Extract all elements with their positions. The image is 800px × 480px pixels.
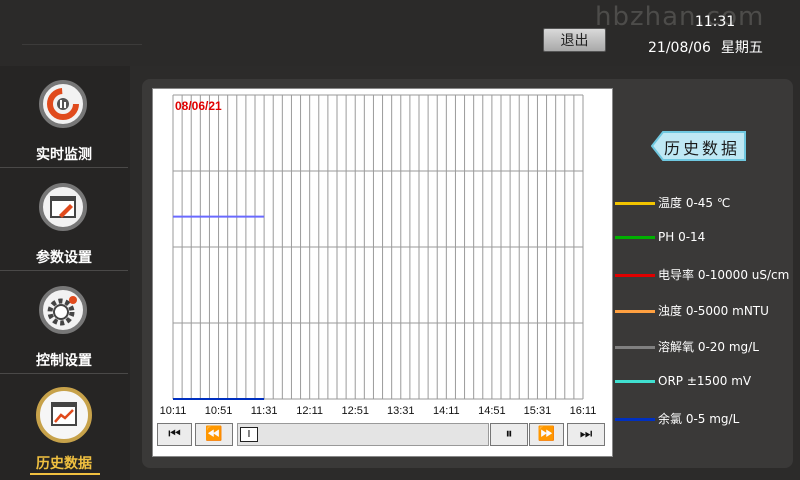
x-tick-label: 12:51: [341, 405, 369, 417]
x-tick-label: 15:31: [524, 405, 552, 417]
sidebar-item-control[interactable]: 控制设置: [0, 272, 128, 374]
legend-label: 温度 0-45 ℃: [658, 196, 731, 210]
x-tick-label: 11:31: [251, 405, 278, 417]
pause-button[interactable]: ⏸: [490, 423, 528, 446]
last-page-button[interactable]: ⏭: [567, 423, 605, 446]
active-indicator: [30, 473, 100, 475]
history-chart-svg: 08/06/21 10:11 10:51 11:31 12:11 12:51 13:31 14…: [160, 94, 597, 417]
control-gear-icon: [39, 286, 87, 334]
history-chart: 08/06/21 10:11 10:51 11:31 12:11 12:51 13:31 14…: [152, 88, 613, 457]
legend-label: 电导率 0-10000 uS/cm: [658, 268, 790, 282]
first-page-button[interactable]: ⏮: [157, 423, 192, 446]
scrollbar-thumb[interactable]: I: [240, 427, 258, 442]
legend-swatch: [615, 346, 655, 349]
sidebar-item-label: 历史数据: [36, 456, 92, 472]
legend-label: 浊度 0-5000 mNTU: [658, 304, 769, 318]
top-divider: [22, 44, 142, 45]
sidebar-item-history[interactable]: 历史数据: [0, 375, 128, 477]
legend-label: 溶解氧 0-20 mg/L: [658, 340, 759, 354]
x-tick-label: 13:31: [387, 405, 415, 417]
sidebar: 实时监测 参数设置 控制设置 历史数据: [0, 66, 130, 480]
top-bar: hbzhan.com 退出 11:31 21/08/06 星期五: [0, 0, 800, 66]
history-scrollbar[interactable]: I: [237, 423, 489, 446]
sidebar-item-label: 参数设置: [36, 250, 92, 266]
chart-date-label: 08/06/21: [175, 99, 222, 113]
clock-date: 21/08/06 星期五: [648, 37, 763, 57]
legend-swatch: [615, 202, 655, 205]
sidebar-item-label: 实时监测: [36, 147, 92, 163]
legend-item: 温度 0-45 ℃: [615, 194, 730, 210]
legend-item: 余氯 0-5 mg/L: [615, 410, 739, 426]
realtime-monitor-icon: [39, 80, 87, 128]
settings-wrench-icon: [39, 183, 87, 231]
x-tick-label: 14:51: [478, 405, 506, 417]
legend-swatch: [615, 274, 655, 277]
sidebar-item-realtime[interactable]: 实时监测: [0, 66, 128, 168]
legend-swatch: [615, 418, 655, 421]
history-chart-icon: [36, 387, 92, 443]
rewind-button[interactable]: ⏪: [195, 423, 233, 446]
legend-label: ORP ±1500 mV: [658, 374, 752, 388]
x-tick-label: 10:11: [160, 405, 187, 417]
exit-button[interactable]: 退出: [543, 28, 606, 52]
sidebar-item-params[interactable]: 参数设置: [0, 169, 128, 271]
legend-swatch: [615, 310, 655, 313]
x-tick-label: 12:11: [296, 405, 323, 417]
legend-swatch: [615, 236, 655, 239]
fast-forward-button[interactable]: ⏩: [529, 423, 564, 446]
history-panel: 08/06/21 10:11 10:51 11:31 12:11 12:51 13:31 14…: [142, 79, 793, 468]
x-tick-label: 16:11: [570, 405, 597, 417]
sidebar-item-label: 控制设置: [36, 353, 92, 369]
x-tick-label: 10:51: [205, 405, 233, 417]
x-tick-label: 14:11: [433, 405, 460, 417]
date-text: 21/08/06: [648, 40, 711, 56]
legend-label: PH 0-14: [658, 230, 706, 244]
legend-item: 电导率 0-10000 uS/cm: [615, 266, 789, 282]
legend-item: ORP ±1500 mV: [615, 374, 751, 390]
legend-label: 余氯 0-5 mg/L: [658, 412, 740, 426]
legend-item: 溶解氧 0-20 mg/L: [615, 338, 759, 354]
legend-swatch: [615, 380, 655, 383]
weekday-text: 星期五: [720, 40, 763, 56]
legend-item: PH 0-14: [615, 230, 705, 246]
clock-time: 11:31: [694, 14, 736, 30]
legend-item: 浊度 0-5000 mNTU: [615, 302, 769, 318]
history-tag-label: 历史数据: [664, 139, 741, 158]
